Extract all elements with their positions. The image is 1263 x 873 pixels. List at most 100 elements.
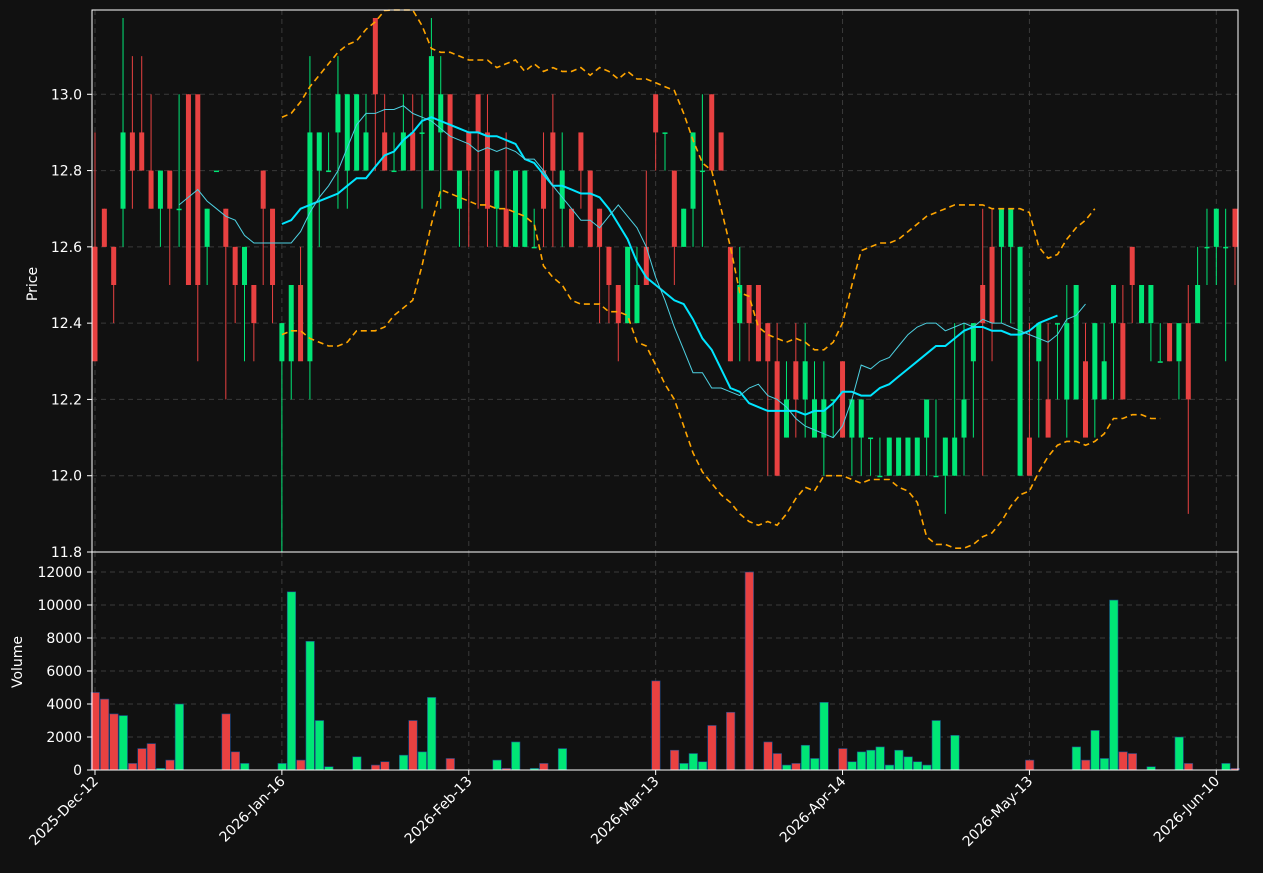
candle-body: [952, 437, 958, 476]
candle-body: [961, 399, 967, 438]
volume-bar: [1221, 763, 1231, 771]
candle-body: [456, 170, 462, 209]
candle-body: [606, 246, 612, 285]
volume-bar: [539, 763, 549, 771]
candle-body: [484, 132, 490, 209]
candle-body: [157, 170, 163, 209]
candle-body: [980, 285, 986, 324]
price-tick-label: 12.0: [51, 469, 82, 485]
volume-bar: [305, 640, 315, 771]
candle-body: [550, 132, 556, 171]
candle-body: [1185, 323, 1191, 400]
candle-body: [139, 132, 145, 171]
volume-bar: [371, 764, 381, 771]
candle-body: [382, 132, 388, 171]
candle-body: [615, 285, 621, 324]
volume-bar: [165, 759, 175, 771]
volume-bar: [128, 763, 138, 771]
candle-body: [260, 170, 266, 209]
candle-body: [858, 399, 864, 438]
volume-bar: [100, 698, 110, 771]
volume-bar: [240, 763, 250, 771]
volume-bar: [931, 720, 941, 771]
candle-body: [1232, 208, 1238, 247]
volume-tick-label: 8000: [46, 631, 82, 647]
candle-body: [924, 399, 930, 438]
volume-tick-label: 6000: [46, 664, 82, 680]
candle-body: [634, 285, 640, 324]
volume-bar: [922, 764, 932, 771]
volume-bar: [277, 763, 287, 771]
candle-body: [419, 132, 425, 134]
candle-body: [354, 94, 360, 171]
candle-body: [167, 170, 173, 209]
price-tick-label: 12.6: [51, 240, 82, 256]
candle-body: [1008, 208, 1014, 247]
candle-body: [578, 132, 584, 171]
volume-bar: [399, 754, 409, 771]
volume-bar: [763, 741, 773, 771]
volume-tick-label: 0: [73, 763, 82, 779]
volume-bar: [380, 761, 390, 771]
volume-bar: [427, 697, 437, 771]
volume-bar: [838, 748, 848, 771]
candle-body: [1139, 285, 1145, 324]
candle-body: [270, 208, 276, 285]
candle-body: [242, 246, 248, 285]
candle-body: [1148, 285, 1154, 324]
volume-bar: [810, 758, 820, 771]
candle-body: [653, 94, 659, 133]
candle-body: [1111, 285, 1117, 324]
volume-bar: [884, 764, 895, 771]
volume-bar: [352, 756, 362, 771]
candle-body: [989, 246, 995, 324]
volume-bar: [137, 748, 147, 771]
volume-bar: [912, 761, 923, 771]
candle-body: [774, 361, 780, 476]
volume-bar: [707, 725, 717, 771]
volume-bar: [296, 759, 306, 771]
candle-body: [1176, 323, 1182, 362]
volume-bar: [856, 751, 867, 771]
volume-bar: [791, 763, 801, 771]
candle-body: [681, 208, 687, 247]
candle-body: [1204, 246, 1210, 249]
candle-body: [475, 94, 481, 133]
volume-bar: [679, 763, 689, 771]
candle-body: [1064, 323, 1070, 400]
candle-body: [970, 323, 976, 362]
volume-bar: [847, 761, 857, 771]
candle-body: [868, 437, 874, 440]
volume-bar: [1025, 759, 1035, 771]
volume-bar: [894, 749, 904, 771]
price-tick-label: 12.8: [51, 164, 82, 180]
volume-bar: [1109, 599, 1119, 771]
candle-body: [933, 475, 939, 478]
volume-tick-label: 2000: [46, 730, 82, 746]
candle-body: [559, 170, 565, 209]
candle-body: [625, 246, 631, 324]
candle-body: [718, 132, 724, 171]
candle-body: [344, 94, 350, 171]
candlestick-chart: 11.8 12.0 12.2 12.4 12.6 12.8 13.0 0 2000 4000 600…: [0, 0, 1263, 873]
price-tick-label: 12.2: [51, 392, 82, 408]
candle-body: [1045, 399, 1051, 438]
candle-body: [298, 285, 304, 362]
candle-body: [447, 94, 453, 171]
candle-body: [148, 170, 154, 209]
candle-body: [92, 246, 98, 362]
candle-body: [522, 170, 528, 247]
candle-body: [802, 361, 808, 400]
candle-body: [662, 132, 668, 134]
candle-body: [1157, 361, 1163, 363]
volume-bar: [1071, 746, 1081, 771]
candle-body: [699, 170, 705, 173]
candle-body: [307, 132, 313, 362]
candle-body: [765, 323, 771, 362]
candle-body: [569, 208, 575, 247]
candle-body: [587, 170, 593, 247]
candle-body: [391, 170, 397, 173]
candle-body: [793, 361, 799, 400]
candle-body: [690, 132, 696, 209]
volume-bar: [866, 749, 876, 771]
